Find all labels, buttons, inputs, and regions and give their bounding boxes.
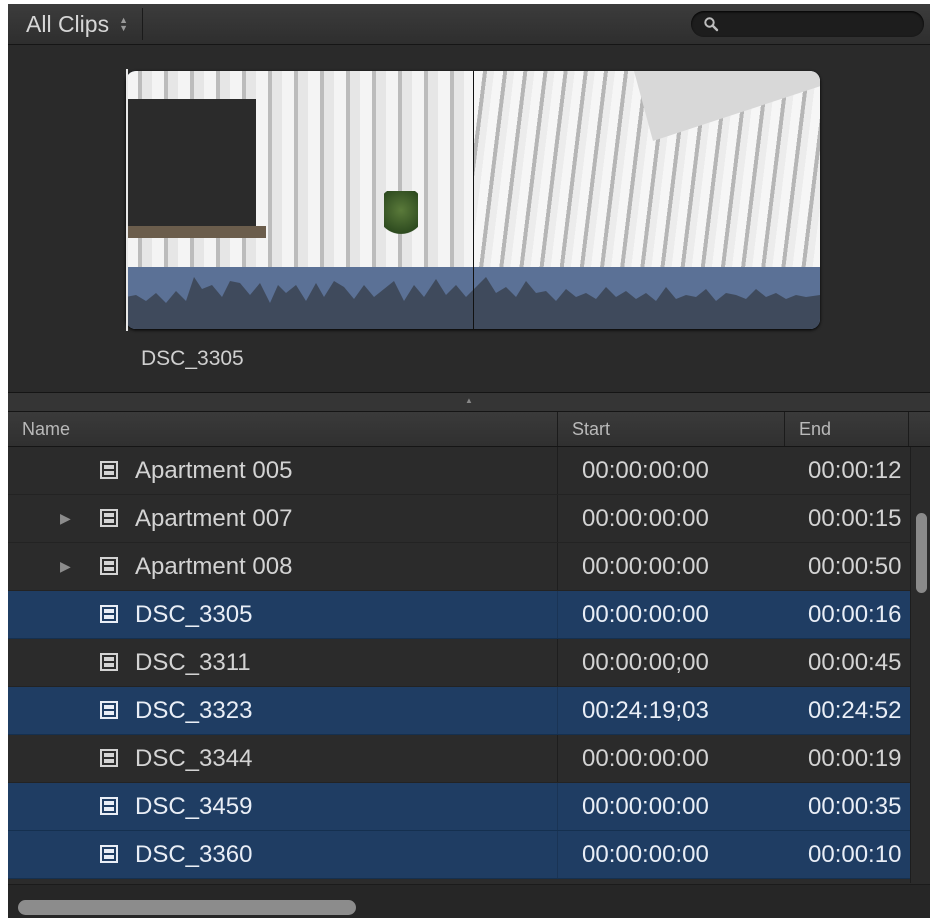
clip-end-cell: 00:24:52 (808, 697, 902, 724)
film-clip-icon (100, 797, 118, 815)
clips-filter-label: All Clips (26, 10, 110, 37)
clip-end-cell: 00:00:10 (808, 841, 902, 868)
frame-plant (384, 191, 418, 239)
clip-list: Apartment 005 00:00:00:00 00:00:12 ▶ Apa… (8, 447, 910, 883)
clip-end-cell: 00:00:16 (808, 601, 902, 628)
clip-name-cell: Apartment 005 (135, 457, 293, 484)
clip-name-cell: DSC_3311 (135, 649, 251, 676)
pane-resize-handle[interactable]: ▲ (8, 392, 930, 412)
clip-name-cell: DSC_3459 (135, 793, 253, 820)
column-header-name[interactable]: Name (22, 412, 70, 446)
table-row[interactable]: DSC_3323 00:24:19;03 00:24:52 (8, 687, 910, 735)
table-row[interactable]: ▶ Apartment 007 00:00:00:00 00:00:15 (8, 495, 910, 543)
search-field[interactable] (691, 11, 924, 37)
column-divider[interactable] (557, 412, 558, 446)
collapse-arrow-icon: ▲ (465, 396, 473, 405)
table-row[interactable]: DSC_3305 00:00:00:00 00:00:16 (8, 591, 910, 639)
clip-name-cell: Apartment 007 (135, 505, 293, 532)
horizontal-scroll-thumb[interactable] (18, 900, 356, 915)
clip-name-cell: DSC_3360 (135, 841, 253, 868)
clip-filmstrip[interactable] (126, 71, 820, 329)
film-clip-icon (100, 653, 118, 671)
film-clip-icon (100, 845, 118, 863)
film-clip-icon (100, 701, 118, 719)
clip-end-cell: 00:00:15 (808, 505, 902, 532)
frame-ceiling (634, 71, 820, 141)
clip-start-cell: 00:24:19;03 (582, 697, 709, 724)
filmstrip-frame (474, 71, 820, 267)
column-divider[interactable] (908, 412, 909, 446)
film-clip-icon (100, 605, 118, 623)
film-clip-icon (100, 749, 118, 767)
column-header-start[interactable]: Start (572, 412, 610, 446)
event-browser-window: All Clips ▲ ▼ DSC_3305 ▲ Name Start End … (8, 4, 930, 918)
filmstrip-frame (126, 71, 473, 267)
clip-start-cell: 00:00:00:00 (582, 457, 709, 484)
clip-start-cell: 00:00:00:00 (582, 505, 709, 532)
frame-shelf (126, 226, 266, 238)
clip-start-cell: 00:00:00:00 (582, 601, 709, 628)
preview-clip-name: DSC_3305 (141, 347, 244, 370)
film-clip-icon (100, 509, 118, 527)
disclosure-triangle-icon[interactable]: ▶ (60, 558, 71, 575)
browser-toolbar: All Clips ▲ ▼ (8, 4, 930, 45)
clip-start-cell: 00:00:00:00 (582, 553, 709, 580)
table-row[interactable]: Apartment 005 00:00:00:00 00:00:12 (8, 447, 910, 495)
table-row[interactable]: DSC_3344 00:00:00:00 00:00:19 (8, 735, 910, 783)
clip-end-cell: 00:00:12 (808, 457, 902, 484)
clip-start-cell: 00:00:00:00 (582, 841, 709, 868)
clip-end-cell: 00:00:35 (808, 793, 902, 820)
frame-divider (473, 71, 474, 329)
clip-name-cell: Apartment 008 (135, 553, 293, 580)
table-row[interactable]: ▶ Apartment 008 00:00:00:00 00:00:50 (8, 543, 910, 591)
film-clip-icon (100, 461, 118, 479)
table-row[interactable]: DSC_3311 00:00:00;00 00:00:45 (8, 639, 910, 687)
search-icon (704, 17, 719, 32)
vertical-scrollbar[interactable] (910, 447, 930, 883)
frame-cabinet (126, 99, 256, 229)
clip-end-cell: 00:00:19 (808, 745, 902, 772)
clip-start-cell: 00:00:00;00 (582, 649, 709, 676)
clip-name-cell: DSC_3305 (135, 601, 253, 628)
vertical-scroll-thumb[interactable] (916, 513, 927, 593)
column-divider[interactable] (784, 412, 785, 446)
clip-end-cell: 00:00:45 (808, 649, 902, 676)
clip-name-cell: DSC_3323 (135, 697, 253, 724)
up-down-arrows-icon: ▲ ▼ (119, 15, 128, 33)
clips-filter-popup[interactable]: All Clips ▲ ▼ (14, 8, 143, 40)
clip-start-cell: 00:00:00:00 (582, 745, 709, 772)
clip-preview-area: DSC_3305 (8, 45, 930, 397)
disclosure-triangle-icon[interactable]: ▶ (60, 510, 71, 527)
clip-name-cell: DSC_3344 (135, 745, 253, 772)
table-row[interactable]: DSC_3360 00:00:00:00 00:00:10 (8, 831, 910, 879)
clip-start-cell: 00:00:00:00 (582, 793, 709, 820)
film-clip-icon (100, 557, 118, 575)
skimmer-playhead[interactable] (126, 69, 128, 331)
table-row[interactable]: DSC_3459 00:00:00:00 00:00:35 (8, 783, 910, 831)
horizontal-scrollbar[interactable] (8, 884, 930, 918)
list-header: Name Start End (8, 412, 930, 447)
column-header-end[interactable]: End (799, 412, 831, 446)
clip-end-cell: 00:00:50 (808, 553, 902, 580)
